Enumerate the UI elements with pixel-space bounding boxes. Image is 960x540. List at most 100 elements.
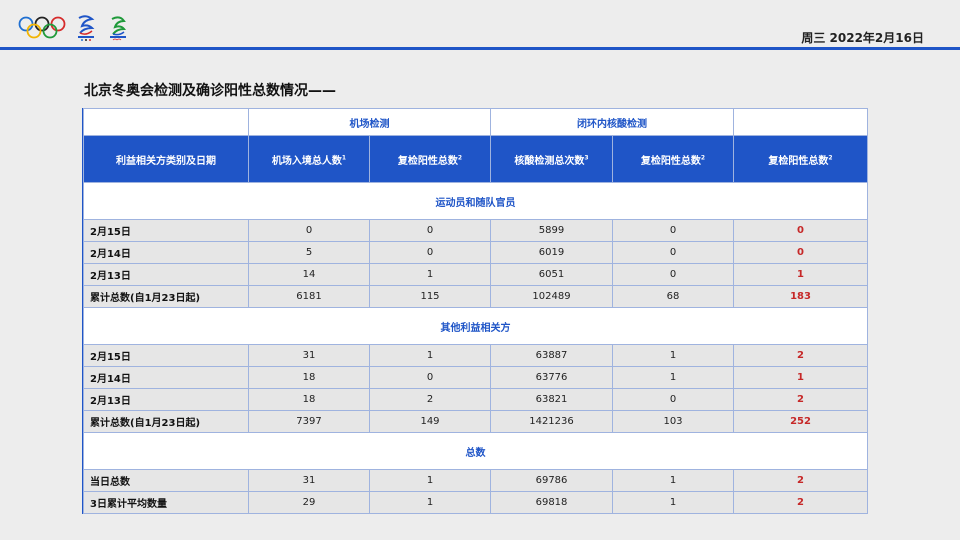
- table-cell: 102489: [490, 285, 613, 308]
- row-label: 累计总数(自1月23日起): [83, 285, 249, 308]
- row-label: 2月15日: [83, 344, 249, 367]
- table-cell: 31: [248, 344, 370, 367]
- table-cell: 0: [369, 366, 491, 389]
- olympic-rings-icon: [18, 16, 66, 39]
- group-header-row: 机场检测 闭环内核酸检测: [83, 108, 868, 136]
- row-label: 累计总数(自1月23日起): [83, 410, 249, 433]
- table-cell: 0: [369, 241, 491, 264]
- section-title: 运动员和随队官员: [83, 182, 868, 220]
- section-header-row: 总数: [83, 432, 868, 470]
- table-cell: 1: [733, 366, 868, 389]
- column-header: 利益相关方类别及日期: [83, 135, 249, 183]
- table-cell: 1: [612, 366, 734, 389]
- row-label: 2月15日: [83, 219, 249, 242]
- footnote-marker: 3: [584, 154, 589, 162]
- table-row: 2月14日 18 0 63776 1 1: [83, 366, 868, 389]
- column-header-label: 机场入境总人数: [271, 155, 342, 167]
- beijing-2022-emblem-icon: [78, 15, 95, 41]
- table-cell: 1: [369, 344, 491, 367]
- table-cell: 0: [248, 219, 370, 242]
- footnote-marker: 2: [457, 154, 463, 162]
- section-title: 其他利益相关方: [83, 307, 868, 345]
- row-label: 2月13日: [83, 388, 249, 411]
- table-cell: 103: [612, 410, 734, 433]
- table-cell: 0: [612, 241, 734, 264]
- column-header: 复检阳性总数2: [733, 135, 868, 183]
- table-cell: 1421236: [490, 410, 613, 433]
- column-header: 机场入境总人数1: [248, 135, 370, 183]
- logo-group: [18, 14, 130, 42]
- page-title: 北京冬奥会检测及确诊阳性总数情况——: [84, 83, 336, 99]
- table-cell: 31: [248, 469, 370, 492]
- table-cell: 63887: [490, 344, 613, 367]
- section-header-row: 运动员和随队官员: [83, 182, 868, 220]
- table-cell: 68: [612, 285, 734, 308]
- table-cell: 2: [733, 388, 868, 411]
- table-row: 当日总数 31 1 69786 1 2: [83, 469, 868, 492]
- table-cell: 0: [733, 219, 868, 242]
- group-header-cell: 闭环内核酸检测: [490, 108, 734, 136]
- table-cell: 252: [733, 410, 868, 433]
- table-row: 2月13日 14 1 6051 0 1: [83, 263, 868, 286]
- stats-table: 机场检测 闭环内核酸检测 利益相关方类别及日期 机场入境总人数1 复检阳性总数2 核酸…: [83, 108, 868, 514]
- table-cell: 1: [612, 344, 734, 367]
- header-divider: [0, 47, 960, 50]
- table-cell: 183: [733, 285, 868, 308]
- table-cell: 1: [369, 263, 491, 286]
- table-cell: 1: [733, 263, 868, 286]
- table-cell: 2: [733, 469, 868, 492]
- column-header-row: 利益相关方类别及日期 机场入境总人数1 复检阳性总数2 核酸检测总次数3 复检阳性总数2…: [83, 135, 868, 183]
- table-cell: 6181: [248, 285, 370, 308]
- table-cell: 5899: [490, 219, 613, 242]
- column-header-label: 复检阳性总数: [640, 155, 701, 167]
- top-bar: 周三 2022年2月16日: [0, 0, 960, 50]
- column-header-label: 复检阳性总数: [397, 155, 458, 167]
- table-cell: 0: [612, 263, 734, 286]
- column-header: 核酸检测总次数3: [490, 135, 613, 183]
- column-header: 复检阳性总数2: [612, 135, 734, 183]
- row-label: 当日总数: [83, 469, 249, 492]
- table-cell: 69818: [490, 491, 613, 514]
- row-label: 3日累计平均数量: [83, 491, 249, 514]
- table-cell: 63776: [490, 366, 613, 389]
- table-cell: 0: [733, 241, 868, 264]
- table-cell: 2: [733, 491, 868, 514]
- table-cell: 1: [612, 491, 734, 514]
- table-cell: 63821: [490, 388, 613, 411]
- table-cell: 2: [733, 344, 868, 367]
- table-cell: 1: [369, 469, 491, 492]
- table-cell: 0: [612, 219, 734, 242]
- table-cell: 1: [612, 469, 734, 492]
- footnote-marker: 2: [828, 154, 833, 162]
- table-cell: 29: [248, 491, 370, 514]
- table-cell: 115: [369, 285, 491, 308]
- date-label: 周三 2022年2月16日: [801, 31, 924, 45]
- column-header-label: 复检阳性总数: [768, 155, 829, 167]
- beijing-2022-paralympic-emblem-icon: [110, 16, 127, 41]
- stats-table-wrapper: 机场检测 闭环内核酸检测 利益相关方类别及日期 机场入境总人数1 复检阳性总数2 核酸…: [82, 108, 868, 514]
- table-row: 3日累计平均数量 29 1 69818 1 2: [83, 491, 868, 514]
- table-cell: 7397: [248, 410, 370, 433]
- table-cell: 6019: [490, 241, 613, 264]
- table-row: 累计总数(自1月23日起) 7397 149 1421236 103 252: [83, 410, 868, 433]
- table-cell: 149: [369, 410, 491, 433]
- column-header-label: 核酸检测总次数: [514, 155, 585, 167]
- table-cell: 18: [248, 388, 370, 411]
- table-cell: 69786: [490, 469, 613, 492]
- section-header-row: 其他利益相关方: [83, 307, 868, 345]
- table-cell: 5: [248, 241, 370, 264]
- table-cell: 6051: [490, 263, 613, 286]
- group-header-cell: [733, 108, 868, 136]
- table-cell: 14: [248, 263, 370, 286]
- table-row: 2月13日 18 2 63821 0 2: [83, 388, 868, 411]
- group-header-cell: 机场检测: [248, 108, 491, 136]
- row-label: 2月14日: [83, 241, 249, 264]
- table-cell: 0: [612, 388, 734, 411]
- table-row: 累计总数(自1月23日起) 6181 115 102489 68 183: [83, 285, 868, 308]
- footnote-marker: 1: [341, 154, 347, 162]
- table-row: 2月15日 31 1 63887 1 2: [83, 344, 868, 367]
- table-row: 2月15日 0 0 5899 0 0: [83, 219, 868, 242]
- row-label: 2月13日: [83, 263, 249, 286]
- table-cell: 2: [369, 388, 491, 411]
- table-cell: 18: [248, 366, 370, 389]
